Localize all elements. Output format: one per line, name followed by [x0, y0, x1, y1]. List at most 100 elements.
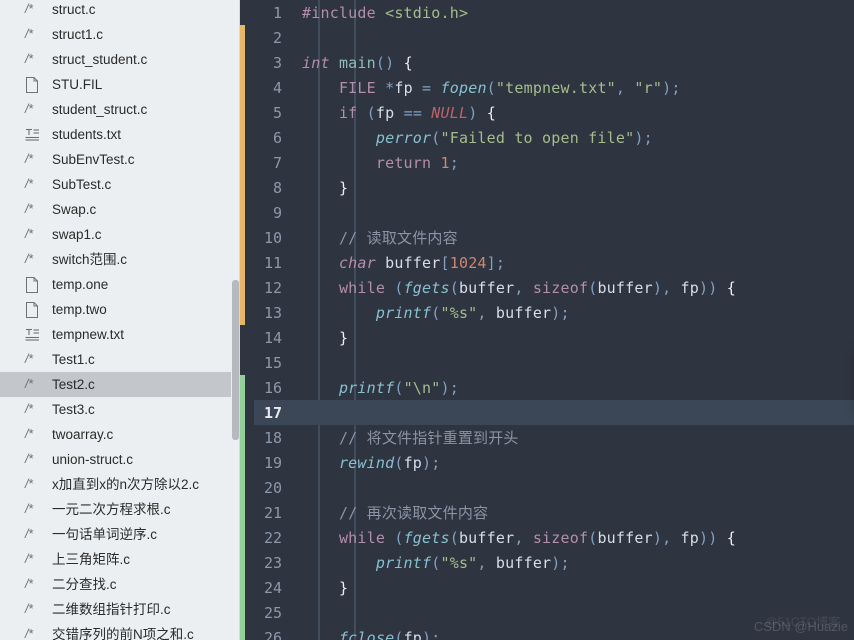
file-list-item-label: tempnew.txt: [52, 328, 124, 342]
code-line[interactable]: 8 }: [240, 175, 854, 200]
code-line-text: int main() {: [292, 54, 413, 72]
code-line[interactable]: 12 while (fgets(buffer, sizeof(buffer), …: [240, 275, 854, 300]
file-list-item[interactable]: /*一句话单词逆序.c: [0, 522, 240, 547]
file-list-item[interactable]: /* Swap.c: [0, 197, 240, 222]
c-file-icon: /*: [25, 628, 33, 640]
code-line[interactable]: 16 printf("\n");: [240, 375, 854, 400]
file-list-item[interactable]: /* struct_student.c: [0, 47, 240, 72]
c-file-icon: /*: [25, 553, 33, 566]
file-list-item[interactable]: temp.two: [0, 297, 240, 322]
file-list-item[interactable]: /*SubTest.c: [0, 172, 240, 197]
code-line[interactable]: 10 // 读取文件内容: [240, 225, 854, 250]
file-list-item[interactable]: /*Test1.c: [0, 347, 240, 372]
code-line[interactable]: 5 if (fp == NULL) {: [240, 100, 854, 125]
file-list-item[interactable]: temp.one: [0, 272, 240, 297]
file-list-item-label: struct.c: [52, 3, 96, 17]
code-line[interactable]: 1#include <stdio.h>: [240, 0, 854, 25]
code-line[interactable]: 23 printf("%s", buffer);: [240, 550, 854, 575]
c-file-icon: /*: [25, 477, 43, 493]
code-line[interactable]: 17: [240, 400, 854, 425]
code-line-text: printf("%s", buffer);: [292, 304, 570, 322]
code-editor[interactable]: 1#include <stdio.h>23int main() {4 FILE …: [240, 0, 854, 640]
line-number: 3: [240, 54, 292, 72]
c-file-icon: /*: [25, 228, 33, 241]
file-list-item[interactable]: /*twoarray.c: [0, 422, 240, 447]
c-file-icon: /*: [25, 28, 33, 41]
generic-file-icon: [25, 277, 39, 293]
code-line[interactable]: 14 }: [240, 325, 854, 350]
code-line[interactable]: 2: [240, 25, 854, 50]
code-line[interactable]: 24 }: [240, 575, 854, 600]
file-list-item-label: Swap.c: [52, 203, 96, 217]
file-list-item-label: switch范围.c: [52, 253, 127, 267]
c-file-icon: /*: [25, 627, 43, 640]
generic-file-icon: [25, 77, 39, 93]
code-line[interactable]: 26 fclose(fp);: [240, 625, 854, 640]
c-file-icon: /*: [25, 153, 33, 166]
code-line[interactable]: 18 // 将文件指针重置到开头: [240, 425, 854, 450]
code-line-text: }: [292, 579, 348, 597]
c-file-icon: /*: [25, 152, 43, 168]
file-list-item[interactable]: /*二维数组指针打印.c: [0, 597, 240, 622]
code-line-text: printf("%s", buffer);: [292, 554, 570, 572]
c-file-icon: /*: [25, 252, 43, 268]
line-number: 23: [240, 554, 292, 572]
code-line[interactable]: 15: [240, 350, 854, 375]
line-number: 15: [240, 354, 292, 372]
c-file-icon: /*: [25, 452, 43, 468]
file-list-item-label: student_struct.c: [52, 103, 147, 117]
code-line[interactable]: 22 while (fgets(buffer, sizeof(buffer), …: [240, 525, 854, 550]
file-list-item[interactable]: /*Test2.c: [0, 372, 240, 397]
line-number: 24: [240, 579, 292, 597]
c-file-icon: /*: [25, 578, 33, 591]
c-file-icon: /*: [25, 27, 43, 43]
code-line[interactable]: 25: [240, 600, 854, 625]
text-file-icon: [25, 128, 40, 142]
file-list-item[interactable]: /*x加直到x的n次方除以2.c: [0, 472, 240, 497]
code-line[interactable]: 3int main() {: [240, 50, 854, 75]
file-list-item[interactable]: /* switch范围.c: [0, 247, 240, 272]
line-number: 18: [240, 429, 292, 447]
file-list-item[interactable]: /* struct.c: [0, 0, 240, 22]
line-number: 1: [240, 4, 292, 22]
file-list-item[interactable]: STU.FIL: [0, 72, 240, 97]
code-content[interactable]: 1#include <stdio.h>23int main() {4 FILE …: [240, 0, 854, 640]
file-list-item[interactable]: /*union-struct.c: [0, 447, 240, 472]
file-list-item[interactable]: /*Test3.c: [0, 397, 240, 422]
code-line[interactable]: 6 perror("Failed to open file");: [240, 125, 854, 150]
line-number: 12: [240, 279, 292, 297]
file-list-item-label: struct_student.c: [52, 53, 147, 67]
file-list-item[interactable]: /*一元二次方程求根.c: [0, 497, 240, 522]
c-file-icon: /*: [25, 602, 43, 618]
generic-file-icon: [25, 302, 39, 318]
code-line-text: char buffer[1024];: [292, 254, 505, 272]
line-number: 16: [240, 379, 292, 397]
file-list-item[interactable]: /*二分查找.c: [0, 572, 240, 597]
file-list-item[interactable]: /*swap1.c: [0, 222, 240, 247]
code-line[interactable]: 20: [240, 475, 854, 500]
code-line[interactable]: 11 char buffer[1024];: [240, 250, 854, 275]
c-file-icon: /*: [25, 353, 33, 366]
file-list-item[interactable]: /*student_struct.c: [0, 97, 240, 122]
file-list-item[interactable]: /* 交错序列的前N项之和.c: [0, 622, 240, 640]
c-file-icon: /*: [25, 427, 43, 443]
code-line[interactable]: 19 rewind(fp);: [240, 450, 854, 475]
c-file-icon: /*: [25, 203, 33, 216]
code-line[interactable]: 4 FILE *fp = fopen("tempnew.txt", "r");: [240, 75, 854, 100]
sidebar-scrollbar-thumb[interactable]: [232, 280, 239, 440]
c-file-icon: /*: [25, 52, 43, 68]
code-line[interactable]: 9: [240, 200, 854, 225]
code-line[interactable]: 7 return 1;: [240, 150, 854, 175]
code-line[interactable]: 13 printf("%s", buffer);: [240, 300, 854, 325]
file-list-item[interactable]: /*SubEnvTest.c: [0, 147, 240, 172]
c-file-icon: /*: [25, 2, 43, 18]
file-explorer-sidebar: /*struct.c/*struct1.c/*struct_student.cS…: [0, 0, 240, 640]
c-file-icon: /*: [25, 478, 33, 491]
code-line[interactable]: 21 // 再次读取文件内容: [240, 500, 854, 525]
file-list-item-label: 交错序列的前N项之和.c: [52, 628, 194, 640]
file-list-item[interactable]: /*struct1.c: [0, 22, 240, 47]
code-line-text: // 读取文件内容: [292, 227, 458, 248]
file-list-item[interactable]: students.txt: [0, 122, 240, 147]
file-list-item[interactable]: tempnew.txt: [0, 322, 240, 347]
file-list-item[interactable]: /*上三角矩阵.c: [0, 547, 240, 572]
